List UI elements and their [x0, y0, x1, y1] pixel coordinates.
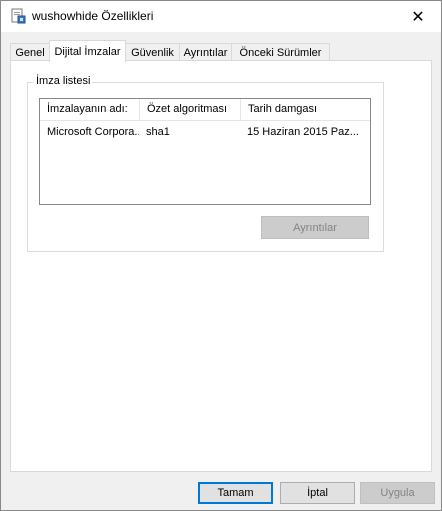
table-row[interactable]: Microsoft Corpora... sha1 15 Haziran 201… [40, 123, 370, 141]
cell-digest-algorithm: sha1 [146, 126, 170, 138]
properties-dialog: wushowhide Özellikleri ✕ Genel Dijital İ… [0, 0, 442, 511]
listview-header: İmzalayanın adı: Özet algoritması Tarih … [40, 99, 370, 121]
tab-details[interactable]: Ayrıntılar [179, 43, 232, 61]
tab-general[interactable]: Genel [10, 43, 50, 61]
signature-list-group: İmza listesi İmzalayanın adı: Özet algor… [27, 75, 384, 252]
column-header-timestamp[interactable]: Tarih damgası [240, 99, 370, 120]
cell-signer: Microsoft Corpora... [47, 126, 139, 138]
title-bar[interactable]: wushowhide Özellikleri ✕ [1, 1, 441, 32]
close-icon[interactable]: ✕ [395, 1, 441, 32]
tab-previous-versions[interactable]: Önceki Sürümler [231, 43, 330, 61]
cell-timestamp: 15 Haziran 2015 Paz... [247, 126, 359, 138]
column-header-signer[interactable]: İmzalayanın adı: [40, 99, 139, 120]
installer-file-icon [10, 8, 26, 24]
tab-security[interactable]: Güvenlik [125, 43, 180, 61]
tab-digital-signatures[interactable]: Dijital İmzalar [49, 40, 126, 62]
apply-button[interactable]: Uygula [360, 482, 435, 504]
signature-listview[interactable]: İmzalayanın adı: Özet algoritması Tarih … [39, 98, 371, 205]
details-button[interactable]: Ayrıntılar [261, 216, 369, 239]
cancel-button[interactable]: İptal [280, 482, 355, 504]
column-header-digest-algorithm[interactable]: Özet algoritması [139, 99, 240, 120]
ok-button[interactable]: Tamam [198, 482, 273, 504]
group-label: İmza listesi [34, 75, 93, 87]
tab-panel: İmza listesi İmzalayanın adı: Özet algor… [10, 60, 432, 472]
window-title: wushowhide Özellikleri [32, 9, 154, 23]
